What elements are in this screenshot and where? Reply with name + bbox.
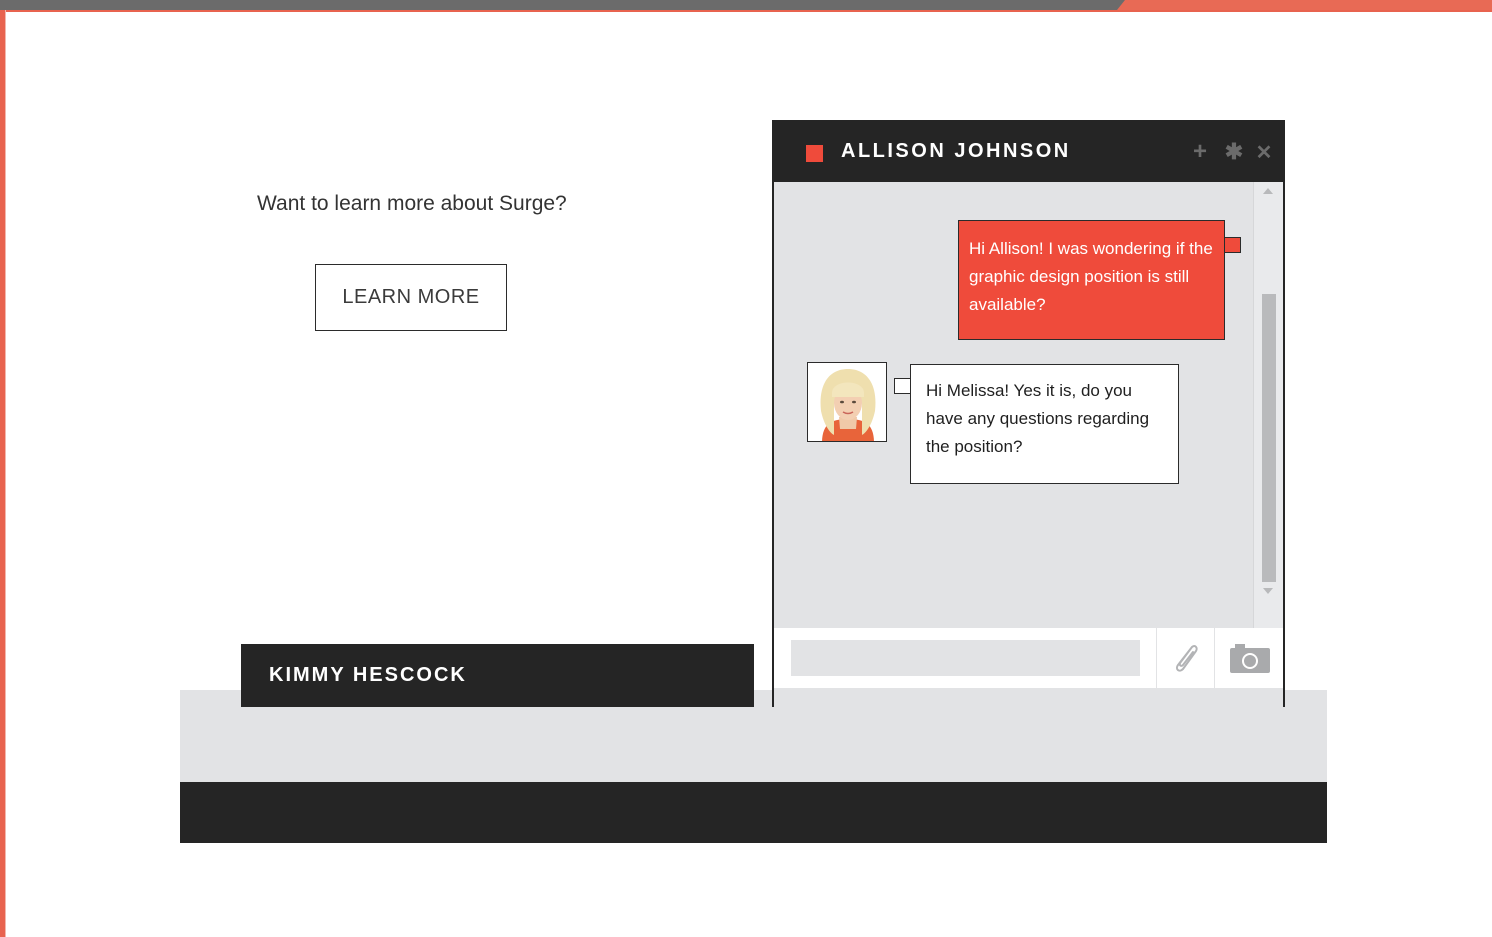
footer-divider <box>1156 628 1157 688</box>
avatar <box>807 362 887 442</box>
close-icon[interactable]: ✕ <box>1252 137 1276 167</box>
scroll-down-arrow-icon[interactable] <box>1263 588 1273 594</box>
outgoing-message: Hi Allison! I was wondering if the graph… <box>958 220 1225 340</box>
learn-more-button[interactable]: LEARN MORE <box>315 264 507 331</box>
chat-footer <box>774 628 1283 688</box>
chat-body: Hi Allison! I was wondering if the graph… <box>774 182 1283 750</box>
attach-button[interactable] <box>1158 628 1214 688</box>
outgoing-bubble-tail <box>1223 237 1241 253</box>
frame-left-border <box>0 10 6 937</box>
message-list: Hi Allison! I was wondering if the graph… <box>774 182 1253 628</box>
frame-top-accent <box>1117 0 1492 10</box>
chat-title: ALLISON JOHNSON <box>841 140 1071 162</box>
contact-name: KIMMY HESCOCK <box>269 664 467 686</box>
promo-question: Want to learn more about Surge? <box>257 192 567 215</box>
scrollbar-thumb[interactable] <box>1262 294 1276 582</box>
desk-bottom <box>180 782 1327 843</box>
incoming-message: Hi Melissa! Yes it is, do you have any q… <box>910 364 1179 484</box>
camera-button[interactable] <box>1216 628 1283 688</box>
status-indicator <box>806 145 823 162</box>
message-input[interactable] <box>791 640 1140 676</box>
footer-divider <box>1214 628 1215 688</box>
scroll-up-arrow-icon[interactable] <box>1263 188 1273 194</box>
gear-icon[interactable]: ✱ <box>1222 137 1246 167</box>
frame-top-line <box>0 10 1492 12</box>
chat-header: ALLISON JOHNSON + ✱ ✕ <box>772 120 1285 182</box>
contact-bar-kimmy[interactable]: KIMMY HESCOCK <box>241 644 754 707</box>
paperclip-icon <box>1175 644 1198 672</box>
avatar-photo <box>808 363 886 441</box>
plus-icon[interactable]: + <box>1188 137 1212 167</box>
scrollbar[interactable] <box>1253 182 1283 628</box>
camera-icon <box>1229 644 1270 673</box>
chat-window: ALLISON JOHNSON + ✱ ✕ Hi Allison! I was … <box>772 120 1285 750</box>
